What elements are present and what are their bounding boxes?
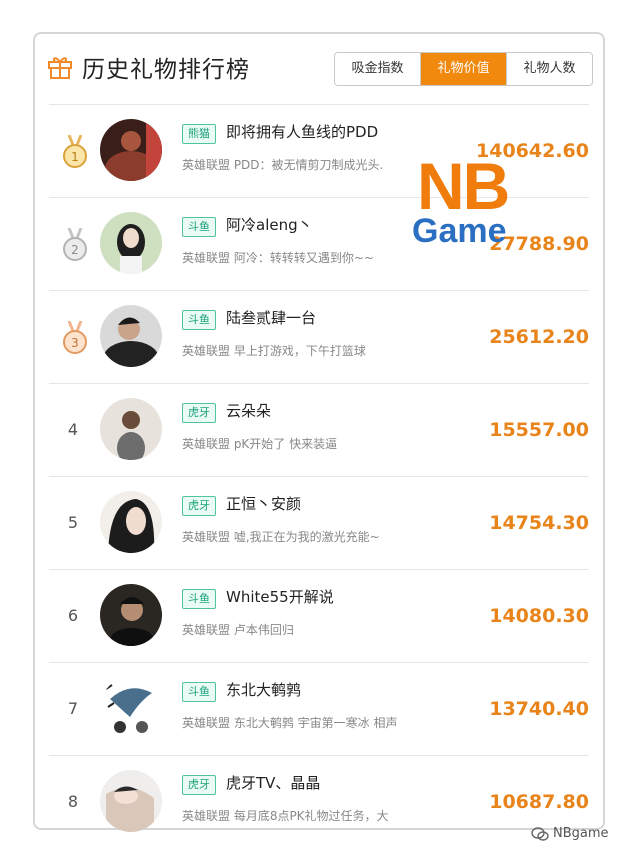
list-item[interactable]: 8 虎牙 虎牙TV、晶晶 英雄联盟 每月底8点PK礼物过任务，大 10687.8…: [49, 755, 589, 848]
panel-header: 历史礼物排行榜 吸金指数 礼物价值 礼物人数: [35, 34, 603, 104]
list-item[interactable]: 5 虎牙 正恒丶安颜 英雄联盟 嘘,我正在为我的激光充能~ 14754.30: [49, 476, 589, 569]
page-title: 历史礼物排行榜: [82, 57, 250, 83]
stream-description: 英雄联盟 pK开始了 快来装逼: [182, 437, 338, 451]
tab-gold-index[interactable]: 吸金指数: [335, 53, 421, 85]
gift-icon: [48, 57, 72, 79]
avatar: [100, 491, 162, 553]
platform-badge: 斗鱼: [182, 682, 216, 702]
stream-description: 英雄联盟 嘘,我正在为我的激光充能~: [182, 530, 380, 544]
footer-brand: NBgame: [531, 826, 609, 841]
streamer-name[interactable]: White55开解说: [226, 586, 334, 607]
avatar: [100, 770, 162, 832]
stream-description: 英雄联盟 PDD：被无情剪刀制成光头.: [182, 158, 384, 172]
streamer-name[interactable]: 云朵朵: [226, 400, 271, 421]
rank-number: 5: [67, 513, 79, 532]
rank-number: 8: [67, 792, 79, 811]
rank-number: 4: [67, 420, 79, 439]
ranking-panel: 历史礼物排行榜 吸金指数 礼物价值 礼物人数 1 熊猫 即将拥有人鱼线的PDD …: [33, 32, 605, 832]
streamer-name[interactable]: 阿冷aleng丶: [226, 214, 313, 235]
streamer-name[interactable]: 东北大鹌鹑: [226, 679, 301, 700]
platform-badge: 虎牙: [182, 496, 216, 516]
streamer-name[interactable]: 即将拥有人鱼线的PDD: [226, 121, 378, 142]
silver-medal-icon: 2: [63, 228, 87, 261]
streamer-name[interactable]: 虎牙TV、晶晶: [226, 772, 320, 793]
stream-description: 英雄联盟 卢本伟回归: [182, 623, 294, 637]
avatar: [100, 398, 162, 460]
avatar: [100, 212, 162, 274]
wechat-icon: [531, 826, 549, 841]
avatar: [100, 305, 162, 367]
avatar: [100, 119, 162, 181]
gift-value: 14754.30: [489, 512, 589, 534]
list-item[interactable]: 7 斗鱼 东北大鹌鹑 英雄联盟 东北大鹌鹑 宇宙第一寒冰 相声 13740.40: [49, 662, 589, 755]
gold-medal-icon: 1: [63, 135, 87, 168]
stream-description: 英雄联盟 早上打游戏，下午打篮球: [182, 344, 366, 358]
streamer-name[interactable]: 正恒丶安颜: [226, 493, 301, 514]
footer-brand-label: NBgame: [553, 826, 609, 841]
sort-tabs: 吸金指数 礼物价值 礼物人数: [334, 52, 593, 86]
svg-text:1: 1: [71, 150, 79, 164]
watermark-logo-game: Game: [412, 212, 507, 250]
svg-text:2: 2: [71, 243, 79, 257]
rank-number: 6: [67, 606, 79, 625]
streamer-name[interactable]: 陆叁贰肆一台: [226, 307, 316, 328]
gift-value: 25612.20: [489, 326, 589, 348]
platform-badge: 斗鱼: [182, 217, 216, 237]
tab-gift-count[interactable]: 礼物人数: [507, 53, 592, 85]
ranking-list: 1 熊猫 即将拥有人鱼线的PDD 英雄联盟 PDD：被无情剪刀制成光头. 140…: [35, 104, 603, 848]
avatar: [100, 677, 162, 739]
list-item[interactable]: 3 斗鱼 陆叁贰肆一台 英雄联盟 早上打游戏，下午打篮球 25612.20: [49, 290, 589, 383]
platform-badge: 虎牙: [182, 403, 216, 423]
list-item[interactable]: 4 虎牙 云朵朵 英雄联盟 pK开始了 快来装逼 15557.00: [49, 383, 589, 476]
stream-description: 英雄联盟 东北大鹌鹑 宇宙第一寒冰 相声: [182, 716, 398, 730]
bronze-medal-icon: 3: [63, 321, 87, 354]
list-item[interactable]: 6 斗鱼 White55开解说 英雄联盟 卢本伟回归 14080.30: [49, 569, 589, 662]
tab-gift-value[interactable]: 礼物价值: [421, 53, 507, 85]
rank-number: 7: [67, 699, 79, 718]
platform-badge: 斗鱼: [182, 589, 216, 609]
gift-value: 13740.40: [489, 698, 589, 720]
avatar: [100, 584, 162, 646]
stream-description: 英雄联盟 每月底8点PK礼物过任务，大: [182, 809, 389, 823]
stream-description: 英雄联盟 阿冷：转转转又遇到你~~: [182, 251, 374, 265]
gift-value: 15557.00: [489, 419, 589, 441]
gift-value: 14080.30: [489, 605, 589, 627]
platform-badge: 虎牙: [182, 775, 216, 795]
platform-badge: 熊猫: [182, 124, 216, 144]
platform-badge: 斗鱼: [182, 310, 216, 330]
svg-text:3: 3: [71, 336, 79, 350]
